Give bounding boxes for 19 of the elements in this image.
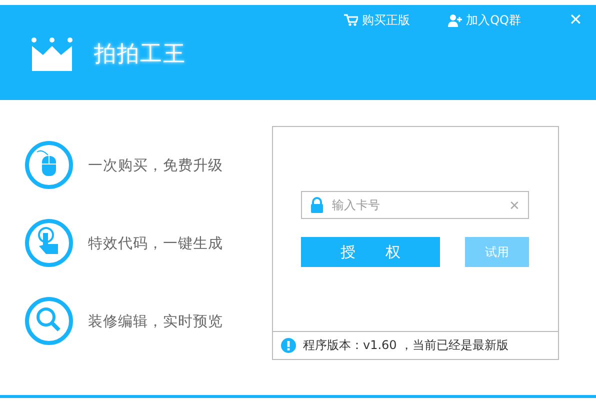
card-number-field[interactable]: 输入卡号 ✕ xyxy=(301,191,529,219)
feature-text: 一次购买，免费升级 xyxy=(88,156,223,174)
authorize-button[interactable]: 授 权 xyxy=(301,237,440,267)
info-icon xyxy=(281,338,296,353)
clear-button[interactable]: ✕ xyxy=(509,198,520,212)
cart-icon xyxy=(344,14,358,26)
feature-text: 装修编辑，实时预览 xyxy=(88,312,223,330)
header-link[interactable]: 购买正版 xyxy=(344,12,410,28)
mouse-icon xyxy=(24,140,74,190)
header-link[interactable]: 加入QQ群 xyxy=(448,12,521,28)
close-button[interactable]: ✕ xyxy=(569,10,582,30)
hand-pointer-icon xyxy=(24,218,74,268)
user-add-icon xyxy=(448,14,462,26)
search-icon xyxy=(24,296,74,346)
lock-icon xyxy=(310,197,324,213)
logo-text: 拍拍工王 xyxy=(94,41,186,69)
feature-text: 特效代码，一键生成 xyxy=(88,234,223,252)
crown-logo-icon xyxy=(30,37,74,71)
version-status-text: 程序版本：v1.60 ，当前已经是最新版 xyxy=(303,337,509,354)
